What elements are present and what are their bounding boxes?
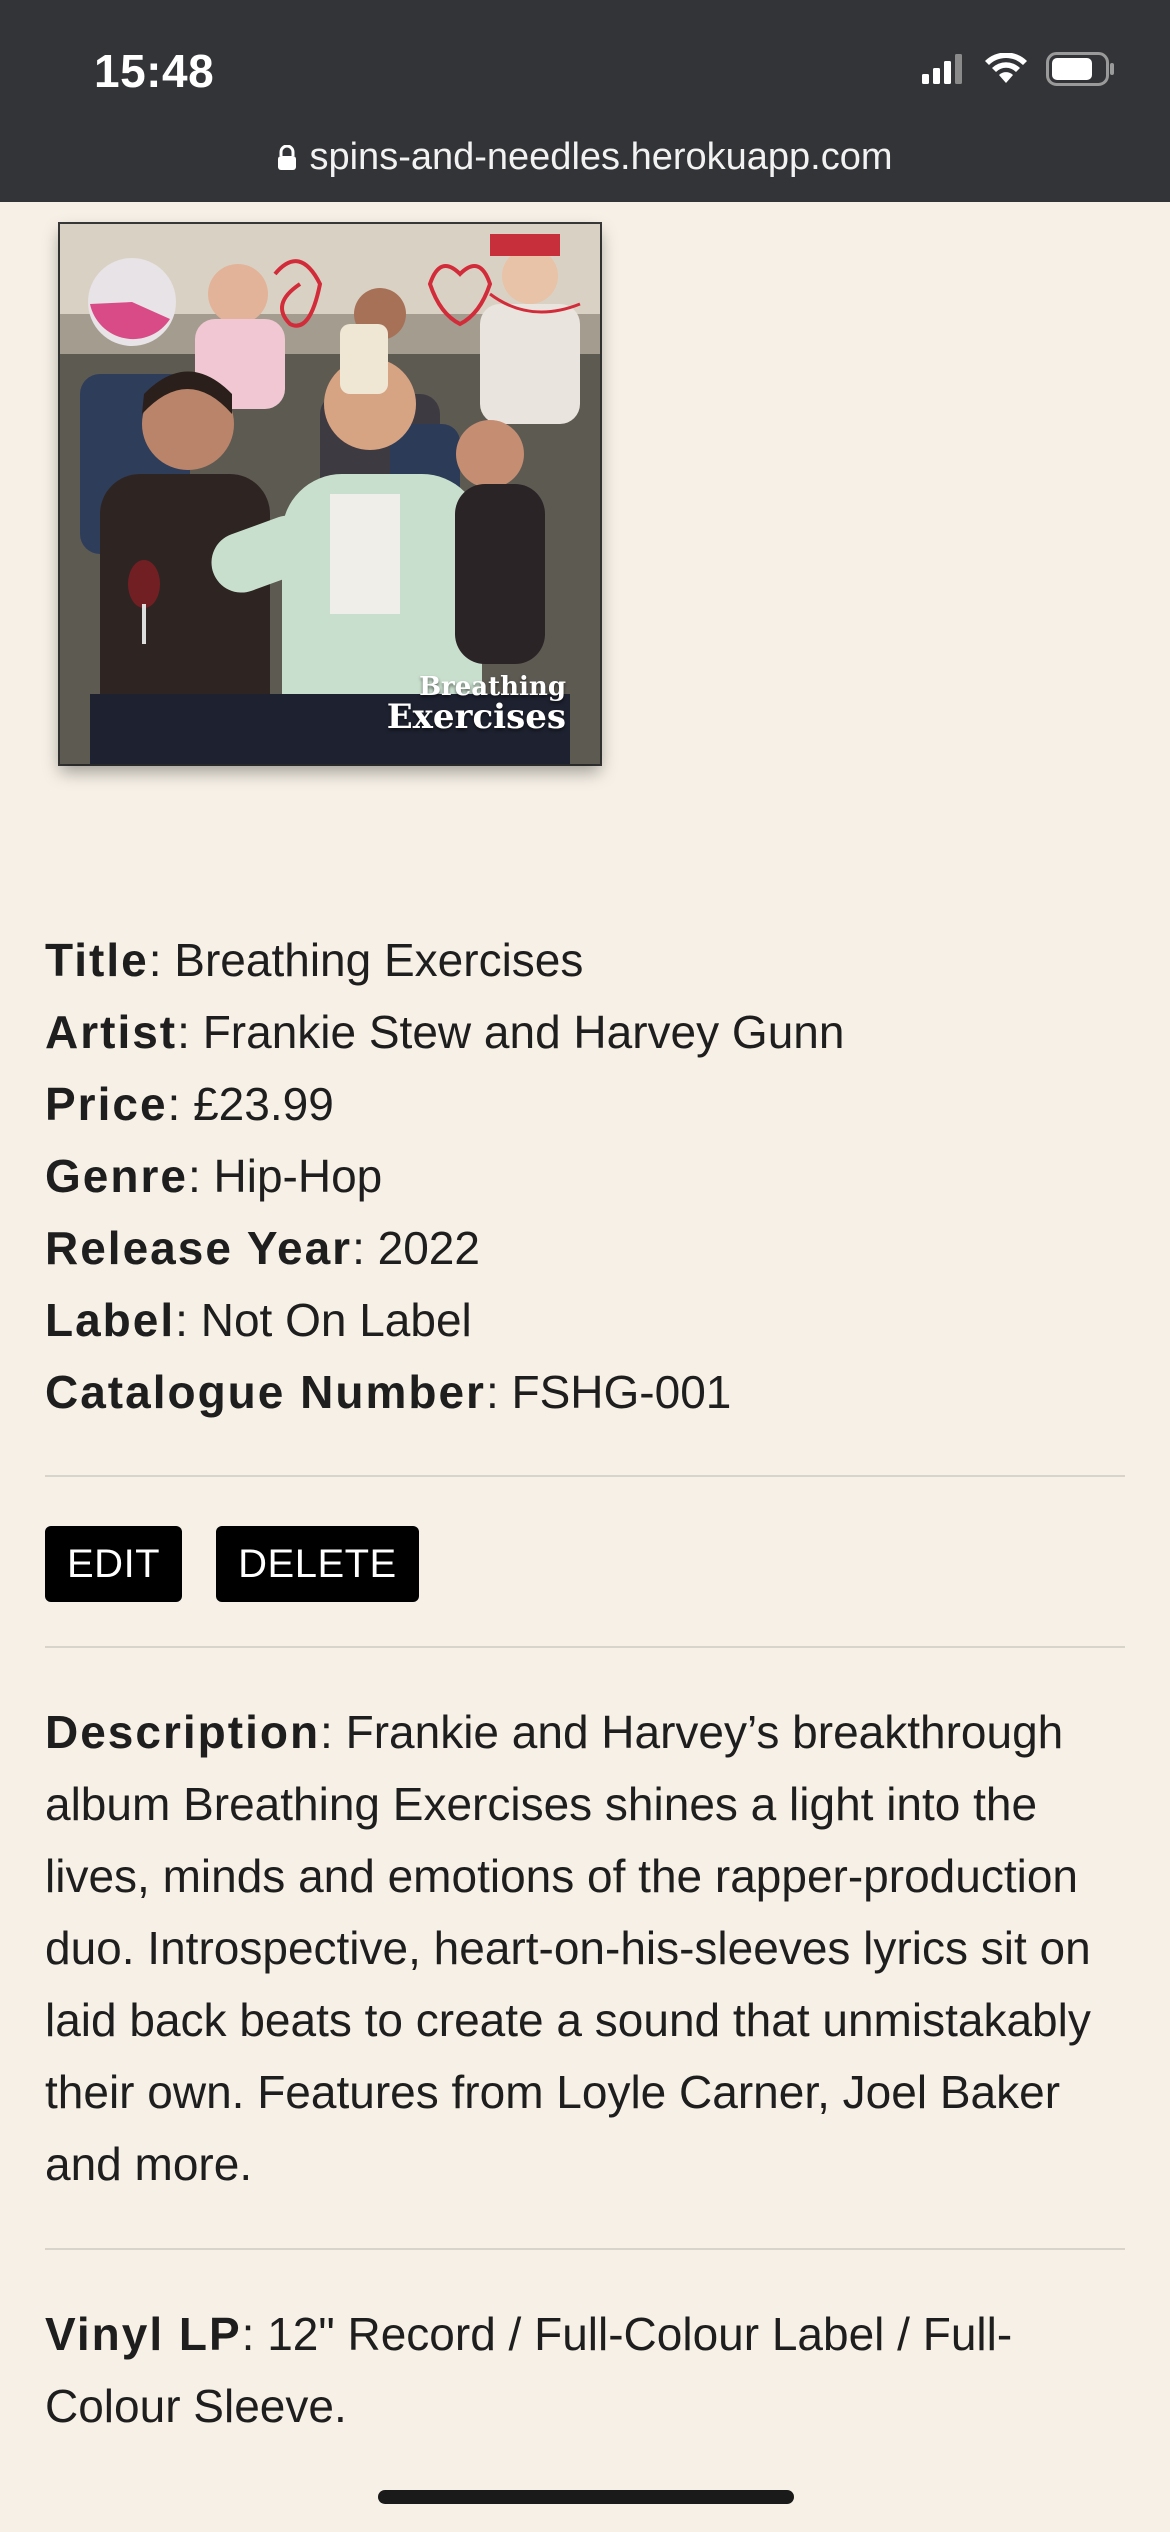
detail-title-value: Breathing Exercises [174,934,584,986]
divider-top [45,1475,1125,1477]
detail-genre: Genre: Hip-Hop [45,1150,383,1202]
cellular-signal-icon [922,54,962,84]
detail-catalogue-number-label: Catalogue Number [45,1366,486,1418]
status-icons [922,52,1116,86]
description-label: Description [45,1706,321,1758]
detail-release-year: Release Year: 2022 [45,1222,480,1274]
description-text: Frankie and Harvey’s breakthrough album … [45,1706,1091,2190]
cover-title-line-2: Exercises [386,697,566,737]
detail-release-year-value: 2022 [377,1222,480,1274]
format-label: Vinyl LP [45,2308,242,2360]
detail-artist-label: Artist [45,1006,178,1058]
cover-title-text: Breathing Exercises [387,674,566,734]
status-time: 15:48 [94,45,215,97]
lock-icon [278,144,297,170]
detail-artist-value: Frankie Stew and Harvey Gunn [202,1006,845,1058]
detail-label-label: Label [45,1294,176,1346]
url-text: spins-and-needles.herokuapp.com [309,136,893,178]
detail-genre-value: Hip-Hop [213,1150,383,1202]
detail-title-label: Title [45,934,149,986]
detail-label: Label: Not On Label [45,1294,472,1346]
detail-price-label: Price [45,1078,168,1130]
album-cover-image: Breathing Exercises [60,224,600,764]
browser-top-bar: 15:48 spins-and-needles.herokuapp.com [0,0,1170,202]
home-indicator[interactable] [378,2490,794,2504]
edit-button[interactable]: EDIT [45,1526,183,1602]
detail-title: Title: Breathing Exercises [45,934,584,986]
battery-icon [1046,52,1114,86]
detail-price: Price: £23.99 [45,1078,334,1130]
detail-artist: Artist: Frankie Stew and Harvey Gunn [45,1006,845,1058]
detail-catalogue-number-value: FSHG-001 [511,1366,732,1418]
detail-price-value: £23.99 [193,1078,334,1130]
description: Description: Frankie and Harvey’s breakt… [45,1706,1091,2190]
detail-genre-label: Genre [45,1150,188,1202]
divider-bottom [45,2248,1125,2250]
wifi-icon [985,53,1027,83]
address-bar[interactable]: spins-and-needles.herokuapp.com [0,136,1170,179]
record-details: Title: Breathing Exercises Artist: Frank… [45,924,1125,1428]
detail-release-year-label: Release Year [45,1222,353,1274]
detail-label-value: Not On Label [200,1294,472,1346]
format-info: Vinyl LP: 12" Record / Full-Colour Label… [45,2308,1013,2432]
action-buttons: EDIT DELETE [45,1526,419,1602]
divider-middle [45,1646,1125,1648]
detail-catalogue-number: Catalogue Number: FSHG-001 [45,1366,732,1418]
delete-button[interactable]: DELETE [216,1526,419,1602]
